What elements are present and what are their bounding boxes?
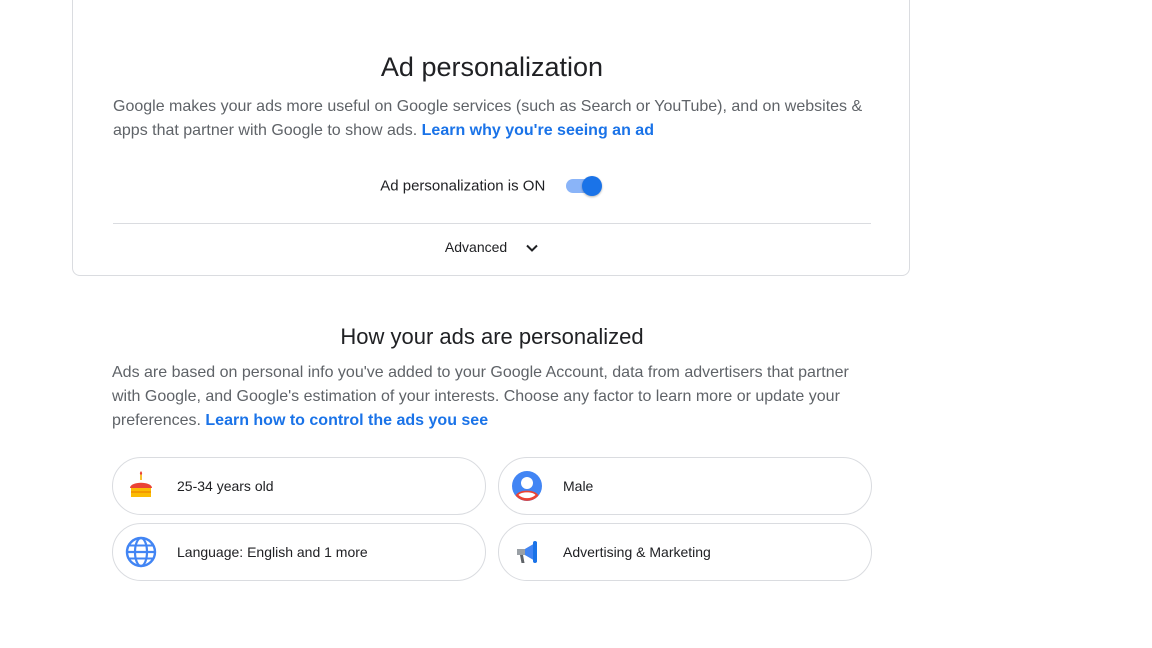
advanced-toggle[interactable]: Advanced xyxy=(72,239,912,255)
globe-icon xyxy=(125,536,157,568)
factor-label-interest: Advertising & Marketing xyxy=(563,544,711,560)
toggle-label: Ad personalization is ON xyxy=(380,177,546,195)
how-ads-personalized-title: How your ads are personalized xyxy=(340,324,644,349)
switch-thumb xyxy=(581,176,602,196)
how-ads-personalized-description: Ads are based on personal info you've ad… xyxy=(112,361,872,433)
factor-label-age: 25-34 years old xyxy=(177,478,274,494)
learn-control-link[interactable]: Learn how to control the ads you see xyxy=(205,412,488,429)
birthday-cake-icon xyxy=(130,471,152,497)
chevron-down-icon xyxy=(526,245,538,253)
ad-personalization-switch[interactable] xyxy=(564,174,604,198)
factor-chip-language[interactable]: Language: English and 1 more xyxy=(112,523,486,581)
advanced-label: Advanced xyxy=(444,239,508,255)
factor-label-gender: Male xyxy=(563,478,594,494)
factor-chip-age[interactable]: 25-34 years old xyxy=(112,457,486,515)
card-divider xyxy=(113,223,871,224)
ad-personalization-toggle-row: Ad personalization is ON xyxy=(72,174,912,198)
ad-personalization-title: Ad personalization xyxy=(380,52,604,82)
person-icon xyxy=(512,471,542,501)
ad-personalization-description: Google makes your ads more useful on Goo… xyxy=(113,95,873,143)
learn-why-link[interactable]: Learn why you're seeing an ad xyxy=(422,122,654,139)
factor-chip-gender[interactable]: Male xyxy=(498,457,872,515)
factor-chip-interest[interactable]: Advertising & Marketing xyxy=(498,523,872,581)
factor-label-language: Language: English and 1 more xyxy=(177,544,368,560)
megaphone-icon xyxy=(517,541,537,563)
